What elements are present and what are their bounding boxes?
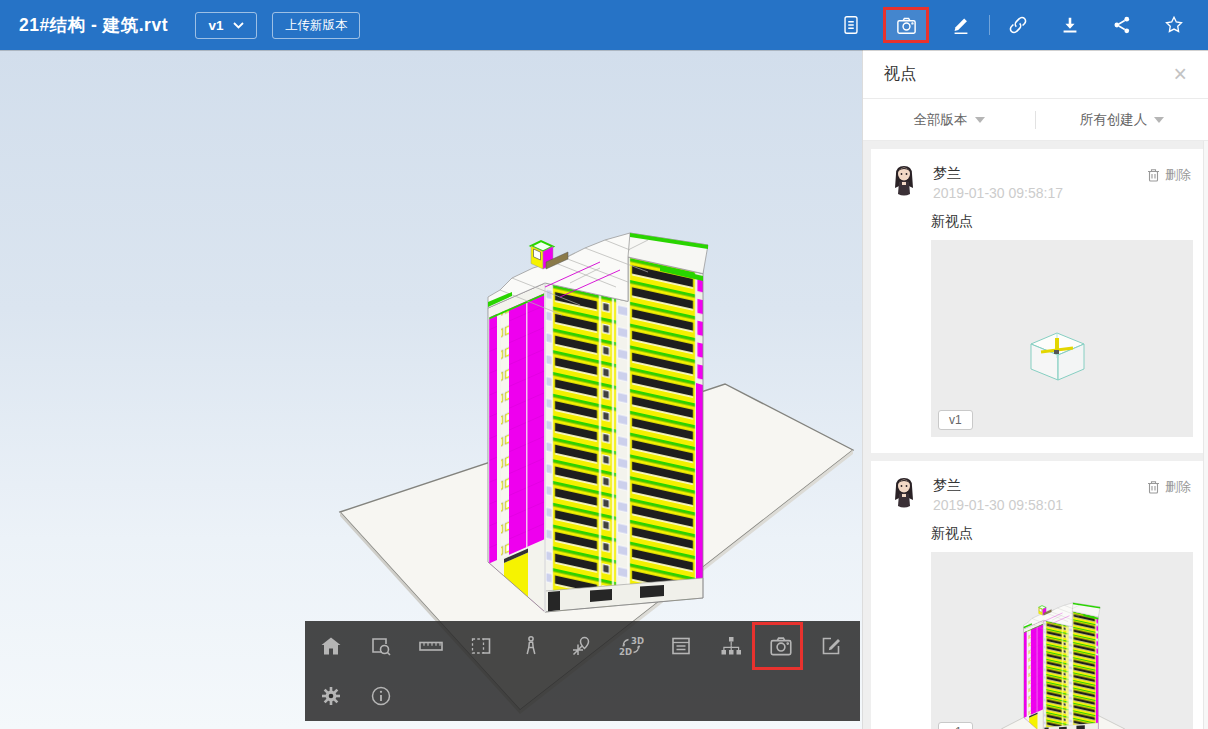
panel-header: 视点 × bbox=[863, 50, 1208, 99]
star-icon[interactable] bbox=[1152, 4, 1196, 46]
version-tag: v1 bbox=[938, 722, 973, 729]
version-tag: v1 bbox=[938, 410, 973, 430]
creator-filter[interactable]: 所有创建人 bbox=[1036, 111, 1208, 129]
viewer-toolbar: 3D 2D bbox=[305, 621, 860, 721]
thumbnail-building bbox=[931, 552, 1193, 729]
share-icon[interactable] bbox=[1100, 4, 1144, 46]
chevron-down-icon bbox=[233, 22, 244, 29]
viewpoint-card-body: 新视点 v1 bbox=[871, 203, 1203, 453]
link-icon[interactable] bbox=[996, 4, 1040, 46]
document-title: 21#结构 - 建筑.rvt bbox=[19, 13, 168, 37]
viewpoint-thumbnail[interactable]: v1 bbox=[931, 552, 1193, 729]
upload-new-version-button[interactable]: 上传新版本 bbox=[272, 12, 361, 39]
settings-icon[interactable] bbox=[306, 671, 356, 721]
viewpoint-author: 梦兰 bbox=[933, 164, 1063, 183]
svg-text:3D: 3D bbox=[631, 636, 644, 646]
viewpoint-meta: 梦兰 2019-01-30 09:58:01 bbox=[933, 476, 1063, 515]
viewpoint-card-header: 梦兰 2019-01-30 09:58:01 删除 bbox=[871, 461, 1203, 515]
avatar bbox=[892, 476, 916, 513]
caret-down-icon bbox=[1154, 117, 1164, 123]
viewpoint-thumbnail[interactable]: v1 bbox=[931, 240, 1193, 437]
viewpoint-meta: 梦兰 2019-01-30 09:58:17 bbox=[933, 164, 1063, 203]
viewpoint-timestamp: 2019-01-30 09:58:01 bbox=[933, 495, 1063, 515]
delete-button[interactable]: 删除 bbox=[1147, 476, 1191, 496]
minimap-icon[interactable] bbox=[556, 621, 606, 671]
walk-icon[interactable] bbox=[506, 621, 556, 671]
topbar-actions bbox=[825, 4, 1208, 46]
edit-icon[interactable] bbox=[939, 4, 983, 46]
viewpoint-panel: 视点 × 全部版本 所有创建人 bbox=[862, 50, 1208, 729]
viewpoint-card-body: 新视点 v1 bbox=[871, 515, 1203, 729]
delete-button[interactable]: 删除 bbox=[1147, 164, 1191, 184]
trash-icon bbox=[1147, 168, 1160, 182]
properties-icon[interactable] bbox=[656, 621, 706, 671]
panel-filters: 全部版本 所有创建人 bbox=[863, 99, 1208, 141]
viewpoint-card-header: 梦兰 2019-01-30 09:58:17 删除 bbox=[871, 149, 1203, 203]
viewpoint-name: 新视点 bbox=[931, 213, 1193, 231]
home-icon[interactable] bbox=[306, 621, 356, 671]
viewpoint-card[interactable]: 梦兰 2019-01-30 09:58:01 删除 新视点 bbox=[871, 461, 1203, 729]
building-model bbox=[488, 213, 708, 658]
delete-label: 删除 bbox=[1165, 478, 1191, 496]
version-dropdown[interactable]: v1 bbox=[195, 12, 257, 39]
toolbar-row-2 bbox=[305, 671, 860, 721]
viewer-canvas[interactable]: 3D 2D bbox=[0, 50, 862, 729]
toolbar-row-1: 3D 2D bbox=[305, 621, 860, 671]
markup-icon[interactable] bbox=[806, 621, 856, 671]
version-label: v1 bbox=[208, 18, 223, 33]
trash-icon bbox=[1147, 480, 1160, 494]
version-filter-label: 全部版本 bbox=[914, 111, 968, 129]
thumbnail-wirebox bbox=[931, 240, 1193, 437]
topbar-divider bbox=[989, 15, 990, 35]
camera-icon[interactable] bbox=[756, 621, 806, 671]
top-bar: 21#结构 - 建筑.rvt v1 上传新版本 bbox=[0, 0, 1208, 50]
download-icon[interactable] bbox=[1048, 4, 1092, 46]
version-filter[interactable]: 全部版本 bbox=[863, 111, 1035, 129]
document-icon[interactable] bbox=[829, 4, 873, 46]
viewpoint-author: 梦兰 bbox=[933, 476, 1063, 495]
close-icon[interactable]: × bbox=[1174, 63, 1187, 86]
scrollbar[interactable] bbox=[1203, 141, 1208, 729]
panel-title: 视点 bbox=[884, 64, 916, 85]
camera-icon[interactable] bbox=[883, 7, 929, 43]
info-icon[interactable] bbox=[356, 671, 406, 721]
section-icon[interactable] bbox=[456, 621, 506, 671]
viewpoint-list: 梦兰 2019-01-30 09:58:17 删除 新视点 bbox=[863, 141, 1208, 729]
app: 21#结构 - 建筑.rvt v1 上传新版本 bbox=[0, 0, 1208, 729]
model-tree-icon[interactable] bbox=[706, 621, 756, 671]
viewpoint-timestamp: 2019-01-30 09:58:17 bbox=[933, 183, 1063, 203]
delete-label: 删除 bbox=[1165, 166, 1191, 184]
avatar bbox=[892, 164, 916, 201]
caret-down-icon bbox=[975, 117, 985, 123]
zoom-window-icon[interactable] bbox=[356, 621, 406, 671]
viewpoint-card[interactable]: 梦兰 2019-01-30 09:58:17 删除 新视点 bbox=[871, 149, 1203, 453]
measure-icon[interactable] bbox=[406, 621, 456, 671]
svg-text:2D: 2D bbox=[619, 647, 632, 657]
2d3d-toggle-icon[interactable]: 3D 2D bbox=[606, 621, 656, 671]
creator-filter-label: 所有创建人 bbox=[1080, 111, 1148, 129]
viewpoint-name: 新视点 bbox=[931, 525, 1193, 543]
